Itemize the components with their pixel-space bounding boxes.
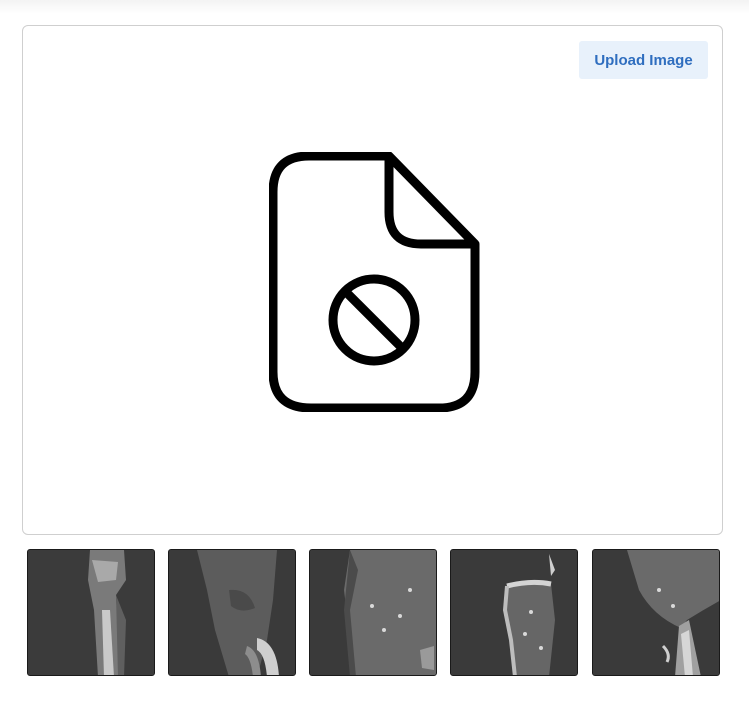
thumbnail-4[interactable]	[450, 549, 578, 676]
upload-image-button[interactable]: Upload Image	[579, 41, 708, 79]
thumbnail-1[interactable]	[27, 549, 155, 676]
thumbnail-3[interactable]	[309, 549, 437, 676]
thumbnail-2[interactable]	[168, 549, 296, 676]
thumbnail-strip	[27, 549, 721, 679]
thumbnail-5[interactable]	[592, 549, 720, 676]
image-viewer: Upload Image	[22, 25, 723, 535]
file-blocked-icon	[268, 151, 481, 413]
top-shadow	[0, 0, 749, 14]
